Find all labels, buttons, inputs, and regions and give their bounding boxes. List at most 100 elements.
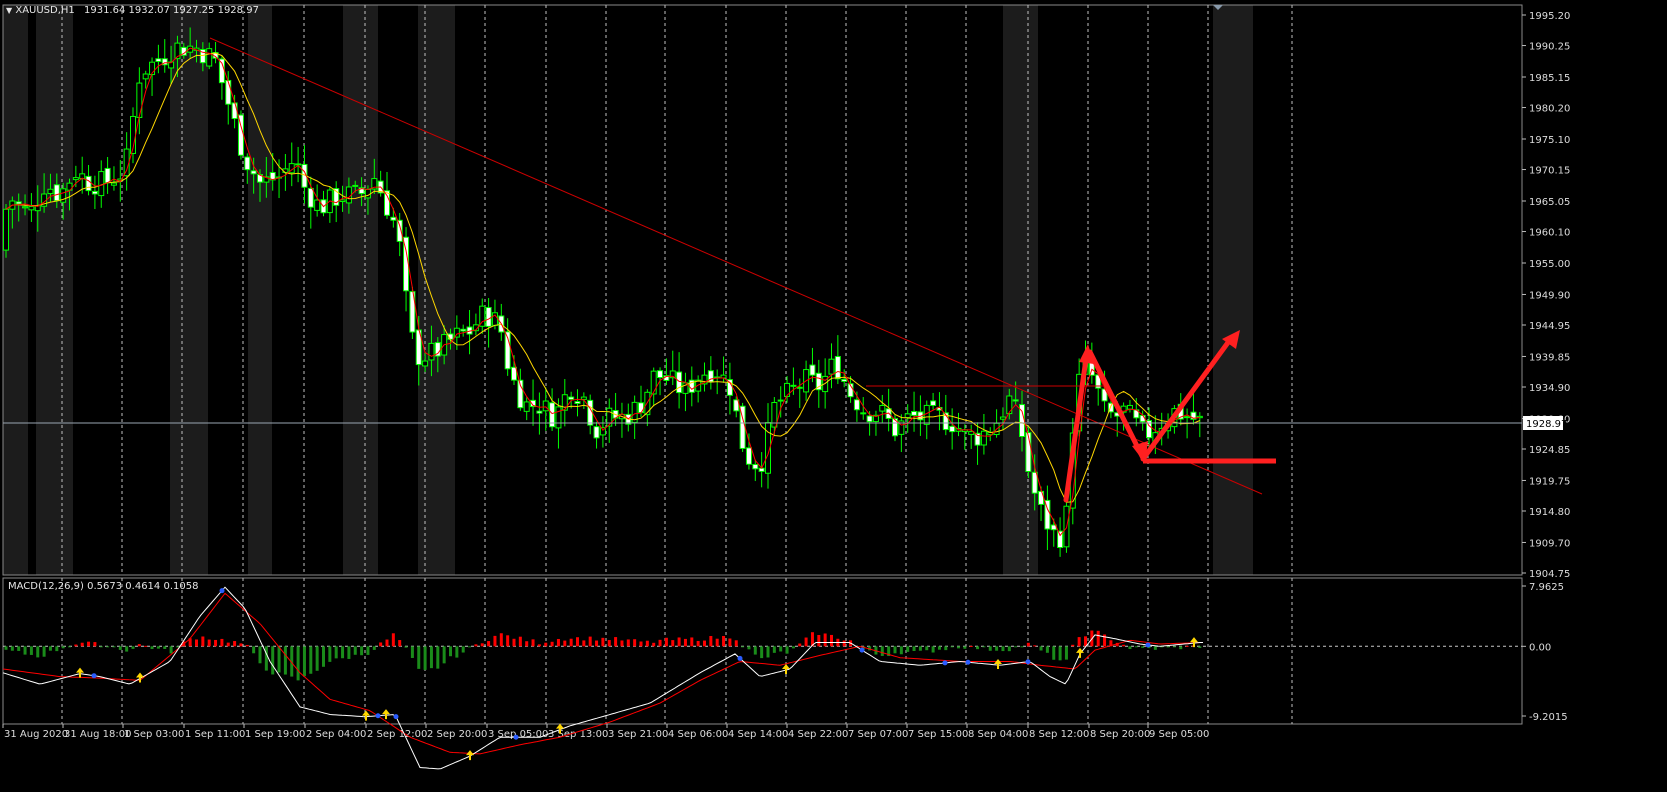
histogram-bar xyxy=(499,633,503,647)
histogram-bar xyxy=(10,646,14,651)
histogram-bar xyxy=(429,646,433,669)
histogram-bar xyxy=(68,646,71,648)
time-axis: 31 Aug 202031 Aug 18:001 Sep 03:00 1 Sep … xyxy=(2,724,1209,740)
price-tick-label: 1914.80 xyxy=(1529,507,1570,518)
candle-body-bear xyxy=(53,184,60,202)
histogram-bar xyxy=(99,646,103,648)
sell-signal-dot xyxy=(1025,659,1031,665)
histogram-bar xyxy=(1198,646,1202,648)
histogram-bar xyxy=(379,642,383,647)
histogram-bar xyxy=(309,646,313,674)
histogram-bar xyxy=(588,636,592,647)
histogram-bar xyxy=(544,642,548,647)
histogram-bar xyxy=(480,643,484,647)
buy-signal-arrow xyxy=(1076,647,1084,658)
histogram-bar xyxy=(125,646,129,652)
price-tick-label: 1955.00 xyxy=(1529,259,1570,270)
candle-body-bull xyxy=(923,404,930,425)
candle-body-bull xyxy=(428,342,435,361)
histogram-bar xyxy=(925,646,929,651)
candle-body-bear xyxy=(485,307,492,327)
time-label: 1 Sep 19:00 xyxy=(245,729,305,740)
histogram-bar xyxy=(214,639,218,647)
candle-body-bear xyxy=(752,463,759,470)
histogram-bar xyxy=(1064,646,1068,660)
session-band xyxy=(343,5,378,575)
time-label: 7 Sep 07:00 xyxy=(848,729,908,740)
grid-lines xyxy=(61,5,1293,724)
candle-body-bull xyxy=(352,184,359,187)
sell-signal-dot xyxy=(942,660,948,666)
price-tick-label: 1939.85 xyxy=(1529,352,1570,363)
histogram-bar xyxy=(531,639,535,647)
buy-signal-arrow xyxy=(362,710,370,721)
price-axis: 1995.20 1990.25 1985.15 1980.20 1975.10 1970.… xyxy=(1522,11,1570,580)
macd-tick-label: -9.2015 xyxy=(1529,712,1568,723)
price-tick-label: 1970.15 xyxy=(1529,166,1570,177)
chart-canvas[interactable]: 1995.20 1990.25 1985.15 1980.20 1975.10 1970.… xyxy=(0,0,1667,792)
price-tick-label: 1985.15 xyxy=(1529,73,1570,84)
histogram-bar xyxy=(1071,644,1075,647)
histogram-bar xyxy=(360,646,364,656)
histogram-bar xyxy=(734,640,738,647)
candle-body-bear xyxy=(15,201,22,205)
time-label: 8 Sep 04:00 xyxy=(968,729,1028,740)
histogram-bar xyxy=(353,646,357,655)
histogram-bar xyxy=(207,639,211,647)
histogram-bar xyxy=(1020,646,1024,648)
time-label: 4 Sep 14:00 xyxy=(728,729,788,740)
trading-terminal: 1995.20 1990.25 1985.15 1980.20 1975.10 1970.… xyxy=(0,0,1667,792)
histogram-bar xyxy=(423,646,427,670)
histogram-bar xyxy=(195,639,198,647)
histogram-bar xyxy=(957,646,960,649)
histogram-bar xyxy=(106,646,110,648)
candle-body-bear xyxy=(1031,471,1038,494)
macd-histogram xyxy=(4,630,1202,681)
histogram-bar xyxy=(880,646,884,656)
candle-body-bull xyxy=(828,358,835,375)
histogram-bar xyxy=(391,633,395,647)
candle-body-bull xyxy=(1126,404,1133,410)
macd-tick-label: 7.9625 xyxy=(1529,582,1564,593)
histogram-bar xyxy=(976,646,980,650)
macd-title: MACD(12,26,9) 0.5673 0.4614 0.1058 xyxy=(8,581,199,592)
price-tick-label: 1960.10 xyxy=(1529,228,1570,239)
histogram-bar xyxy=(461,646,465,653)
histogram-bar xyxy=(366,646,370,655)
price-tick-label: 1965.05 xyxy=(1529,197,1570,208)
histogram-bar xyxy=(760,646,764,659)
candle-body-bull xyxy=(555,406,562,429)
candle-body-bear xyxy=(1012,399,1019,402)
candle-body-bull xyxy=(904,413,911,419)
candle-body-bear xyxy=(460,328,467,332)
histogram-bar xyxy=(804,637,808,647)
histogram-bar xyxy=(201,636,205,647)
histogram-bar xyxy=(1077,637,1081,647)
time-label: 7 Sep 15:00 xyxy=(908,729,968,740)
candle-body-bear xyxy=(574,401,581,404)
buy-signal-arrow xyxy=(994,659,1002,670)
chart-dropdown-icon[interactable]: ▼ xyxy=(6,6,12,15)
chart-header: ▼ XAUUSD,H1 1931.64 1932.07 1927.25 1928… xyxy=(6,5,259,16)
histogram-bar xyxy=(1033,645,1037,647)
session-band xyxy=(3,5,28,575)
histogram-bar xyxy=(893,646,897,654)
histogram-bar xyxy=(506,635,510,647)
histogram-bar xyxy=(398,640,402,647)
histogram-bar xyxy=(302,646,306,677)
sell-signal-dot xyxy=(513,734,519,740)
histogram-bar xyxy=(23,646,27,655)
candle-body-bull xyxy=(136,82,143,118)
candle-body-bull xyxy=(142,73,149,80)
time-label: 31 Aug 18:00 xyxy=(64,729,131,740)
symbol-title: XAUUSD,H1 xyxy=(15,5,75,16)
macd-tick-label: 0.00 xyxy=(1529,642,1551,653)
histogram-bar xyxy=(334,646,338,659)
candle-body-bull xyxy=(784,382,791,397)
histogram-bar xyxy=(169,646,173,654)
histogram-bar xyxy=(690,637,694,647)
sell-signal-dot xyxy=(91,673,97,679)
histogram-bar xyxy=(1185,645,1189,647)
histogram-bar xyxy=(633,639,637,647)
candle-body-bull xyxy=(580,396,587,400)
